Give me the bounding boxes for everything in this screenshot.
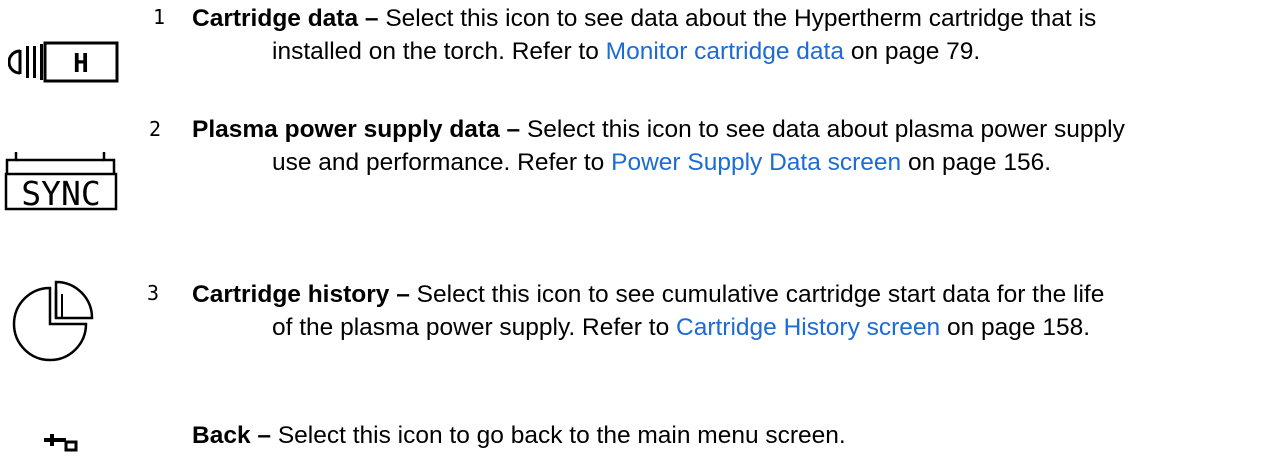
entry-description: Select this icon to see cumulative cartr… (416, 281, 1105, 308)
entry-text: Cartridge data – Select this icon to see… (192, 2, 1267, 68)
cartridge-icon-letter: H (73, 49, 89, 79)
entry-term: Cartridge data – (192, 5, 379, 32)
link-monitor-cartridge-data[interactable]: Monitor cartridge data (606, 38, 844, 65)
entry-term: Back – (192, 422, 272, 449)
link-cartridge-history-screen[interactable]: Cartridge History screen (676, 314, 940, 341)
entry-description-cont: of the plasma power supply. Refer to (272, 314, 670, 341)
callout-number: 3 (147, 281, 160, 305)
entry-text: Plasma power supply data – Select this i… (192, 113, 1267, 179)
back-arrow-icon[interactable] (44, 434, 78, 452)
entry-description-cont: installed on the torch. Refer to (272, 38, 599, 65)
entry-text: Back – Select this icon to go back to th… (192, 419, 1267, 452)
entry-description: Select this icon to go back to the main … (277, 422, 846, 449)
pie-chart-icon[interactable] (10, 280, 100, 364)
callout-number: 1 (153, 5, 166, 29)
entry-page-ref: on page 79. (850, 38, 981, 65)
sync-icon-label: SYNC (21, 174, 100, 212)
cartridge-icon[interactable]: H (8, 36, 120, 88)
entry-page-ref: on page 158. (946, 314, 1091, 341)
link-power-supply-data-screen[interactable]: Power Supply Data screen (611, 149, 901, 176)
entry-description-cont: use and performance. Refer to (272, 149, 605, 176)
entry-page-ref: on page 156. (908, 149, 1052, 176)
entry-term: Plasma power supply data – (192, 116, 521, 143)
entry-description: Select this icon to see data about plasm… (526, 116, 1125, 143)
entry-text: Cartridge history – Select this icon to … (192, 278, 1267, 344)
callout-number: 2 (149, 117, 162, 141)
power-supply-sync-icon[interactable]: SYNC (4, 150, 120, 212)
entry-description: Select this icon to see data about the H… (385, 5, 1097, 32)
entry-term: Cartridge history – (192, 281, 410, 308)
